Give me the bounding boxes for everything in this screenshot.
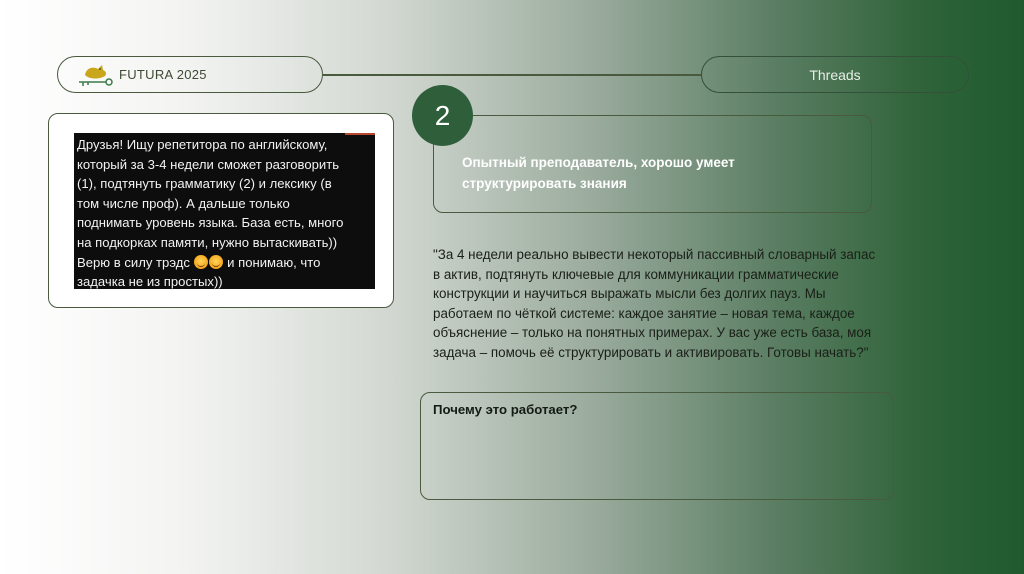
why-it-works-title: Почему это работает? [433, 402, 578, 417]
feature-text: Опытный преподаватель, хорошо умеет стру… [462, 155, 735, 191]
threads-post-screenshot: Друзья! Ищу репетитора по английскому, к… [74, 133, 375, 289]
smiling-face-emoji-icon [193, 254, 208, 269]
brand-name: FUTURA 2025 [119, 67, 207, 82]
threads-label: Threads [809, 67, 861, 83]
why-it-works-card: Почему это работает? [420, 392, 894, 500]
step-number-badge: 2 [412, 85, 473, 146]
feature-card: Опытный преподаватель, хорошо умеет стру… [433, 115, 872, 213]
bird-key-logo-icon [79, 65, 113, 86]
post-quote-card: Друзья! Ищу репетитора по английскому, к… [48, 113, 394, 308]
threads-pill[interactable]: Threads [701, 56, 969, 93]
hugging-face-emoji-icon [208, 254, 223, 269]
post-text-part-1: Друзья! Ищу репетитора по английскому, к… [77, 137, 344, 270]
brand-pill: FUTURA 2025 [57, 56, 323, 93]
post-text: Друзья! Ищу репетитора по английскому, к… [77, 135, 369, 292]
header-connector-line [323, 74, 701, 76]
reply-quote-text: "За 4 недели реально вывести некоторый п… [433, 247, 876, 360]
